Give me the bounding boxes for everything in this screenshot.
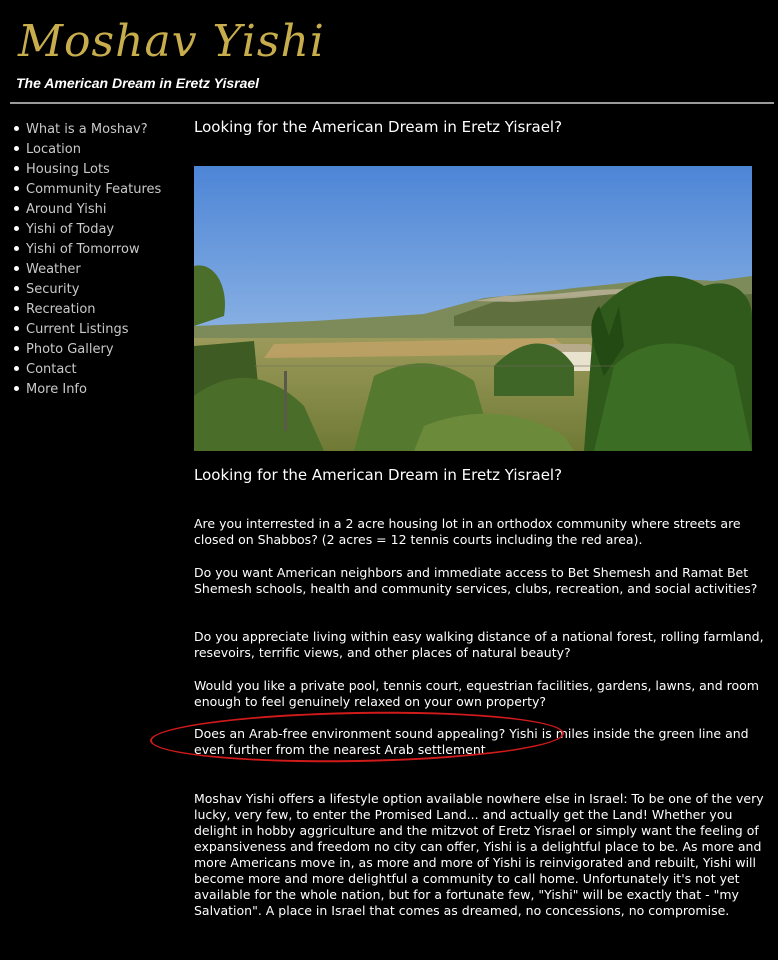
bullet-icon — [14, 245, 19, 251]
bullet-icon — [14, 185, 19, 191]
sidebar-nav: What is a Moshav? Location Housing Lots … — [10, 118, 180, 398]
sidebar-item-housing-lots[interactable]: Housing Lots — [10, 158, 180, 178]
bullet-icon — [14, 365, 19, 371]
sidebar-item-yishi-of-today[interactable]: Yishi of Today — [10, 218, 180, 238]
sidebar-link[interactable]: Contact — [26, 362, 77, 377]
sidebar-item-what-is-a-moshav[interactable]: What is a Moshav? — [10, 118, 180, 138]
bullet-icon — [14, 145, 19, 151]
sidebar-link[interactable]: Recreation — [26, 302, 96, 317]
sidebar-item-security[interactable]: Security — [10, 278, 180, 298]
sidebar-item-community-features[interactable]: Community Features — [10, 178, 180, 198]
bullet-icon — [14, 225, 19, 231]
sidebar-item-more-info[interactable]: More Info — [10, 378, 180, 398]
header-divider — [10, 102, 774, 104]
bullet-icon — [14, 385, 19, 391]
bullet-icon — [14, 305, 19, 311]
sidebar-item-current-listings[interactable]: Current Listings — [10, 318, 180, 338]
paragraph-american-neighbors: Do you want American neighbors and immed… — [194, 565, 758, 596]
sidebar-link[interactable]: Weather — [26, 262, 81, 277]
sidebar-item-contact[interactable]: Contact — [10, 358, 180, 378]
sidebar-link[interactable]: Housing Lots — [26, 162, 110, 177]
bullet-icon — [14, 125, 19, 131]
paragraph-natural-beauty: Do you appreciate living within easy wal… — [194, 629, 764, 660]
paragraph-housing-lot: Are you interrested in a 2 acre housing … — [194, 516, 741, 547]
section-heading: Looking for the American Dream in Eretz … — [194, 466, 563, 484]
bullet-icon — [14, 325, 19, 331]
sidebar-link[interactable]: What is a Moshav? — [26, 122, 148, 137]
bullet-icon — [14, 205, 19, 211]
paragraph-private-property: Would you like a private pool, tennis co… — [194, 678, 759, 709]
sidebar-link[interactable]: Community Features — [26, 182, 161, 197]
bullet-icon — [14, 345, 19, 351]
sidebar-link[interactable]: Security — [26, 282, 79, 297]
sidebar-item-around-yishi[interactable]: Around Yishi — [10, 198, 180, 218]
bullet-icon — [14, 285, 19, 291]
landscape-photo — [194, 166, 752, 451]
sidebar-link[interactable]: Around Yishi — [26, 202, 106, 217]
sidebar-link[interactable]: Location — [26, 142, 81, 157]
sidebar-link[interactable]: Current Listings — [26, 322, 129, 337]
sidebar-item-weather[interactable]: Weather — [10, 258, 180, 278]
site-tagline: The American Dream in Eretz Yisrael — [16, 75, 260, 91]
sidebar-link[interactable]: Yishi of Tomorrow — [26, 242, 140, 257]
paragraph-environment: Does an Arab-free environment sound appe… — [194, 726, 749, 757]
paragraph-lifestyle: Moshav Yishi offers a lifestyle option a… — [194, 791, 764, 918]
sidebar-link[interactable]: More Info — [26, 382, 87, 397]
sidebar-item-yishi-of-tomorrow[interactable]: Yishi of Tomorrow — [10, 238, 180, 258]
sidebar-item-photo-gallery[interactable]: Photo Gallery — [10, 338, 180, 358]
sidebar-link[interactable]: Photo Gallery — [26, 342, 114, 357]
sidebar-item-location[interactable]: Location — [10, 138, 180, 158]
site-logo[interactable]: Moshav Yishi — [18, 12, 325, 72]
page-title: Looking for the American Dream in Eretz … — [194, 118, 563, 136]
bullet-icon — [14, 265, 19, 271]
sidebar-link[interactable]: Yishi of Today — [26, 222, 114, 237]
sidebar-item-recreation[interactable]: Recreation — [10, 298, 180, 318]
bullet-icon — [14, 165, 19, 171]
